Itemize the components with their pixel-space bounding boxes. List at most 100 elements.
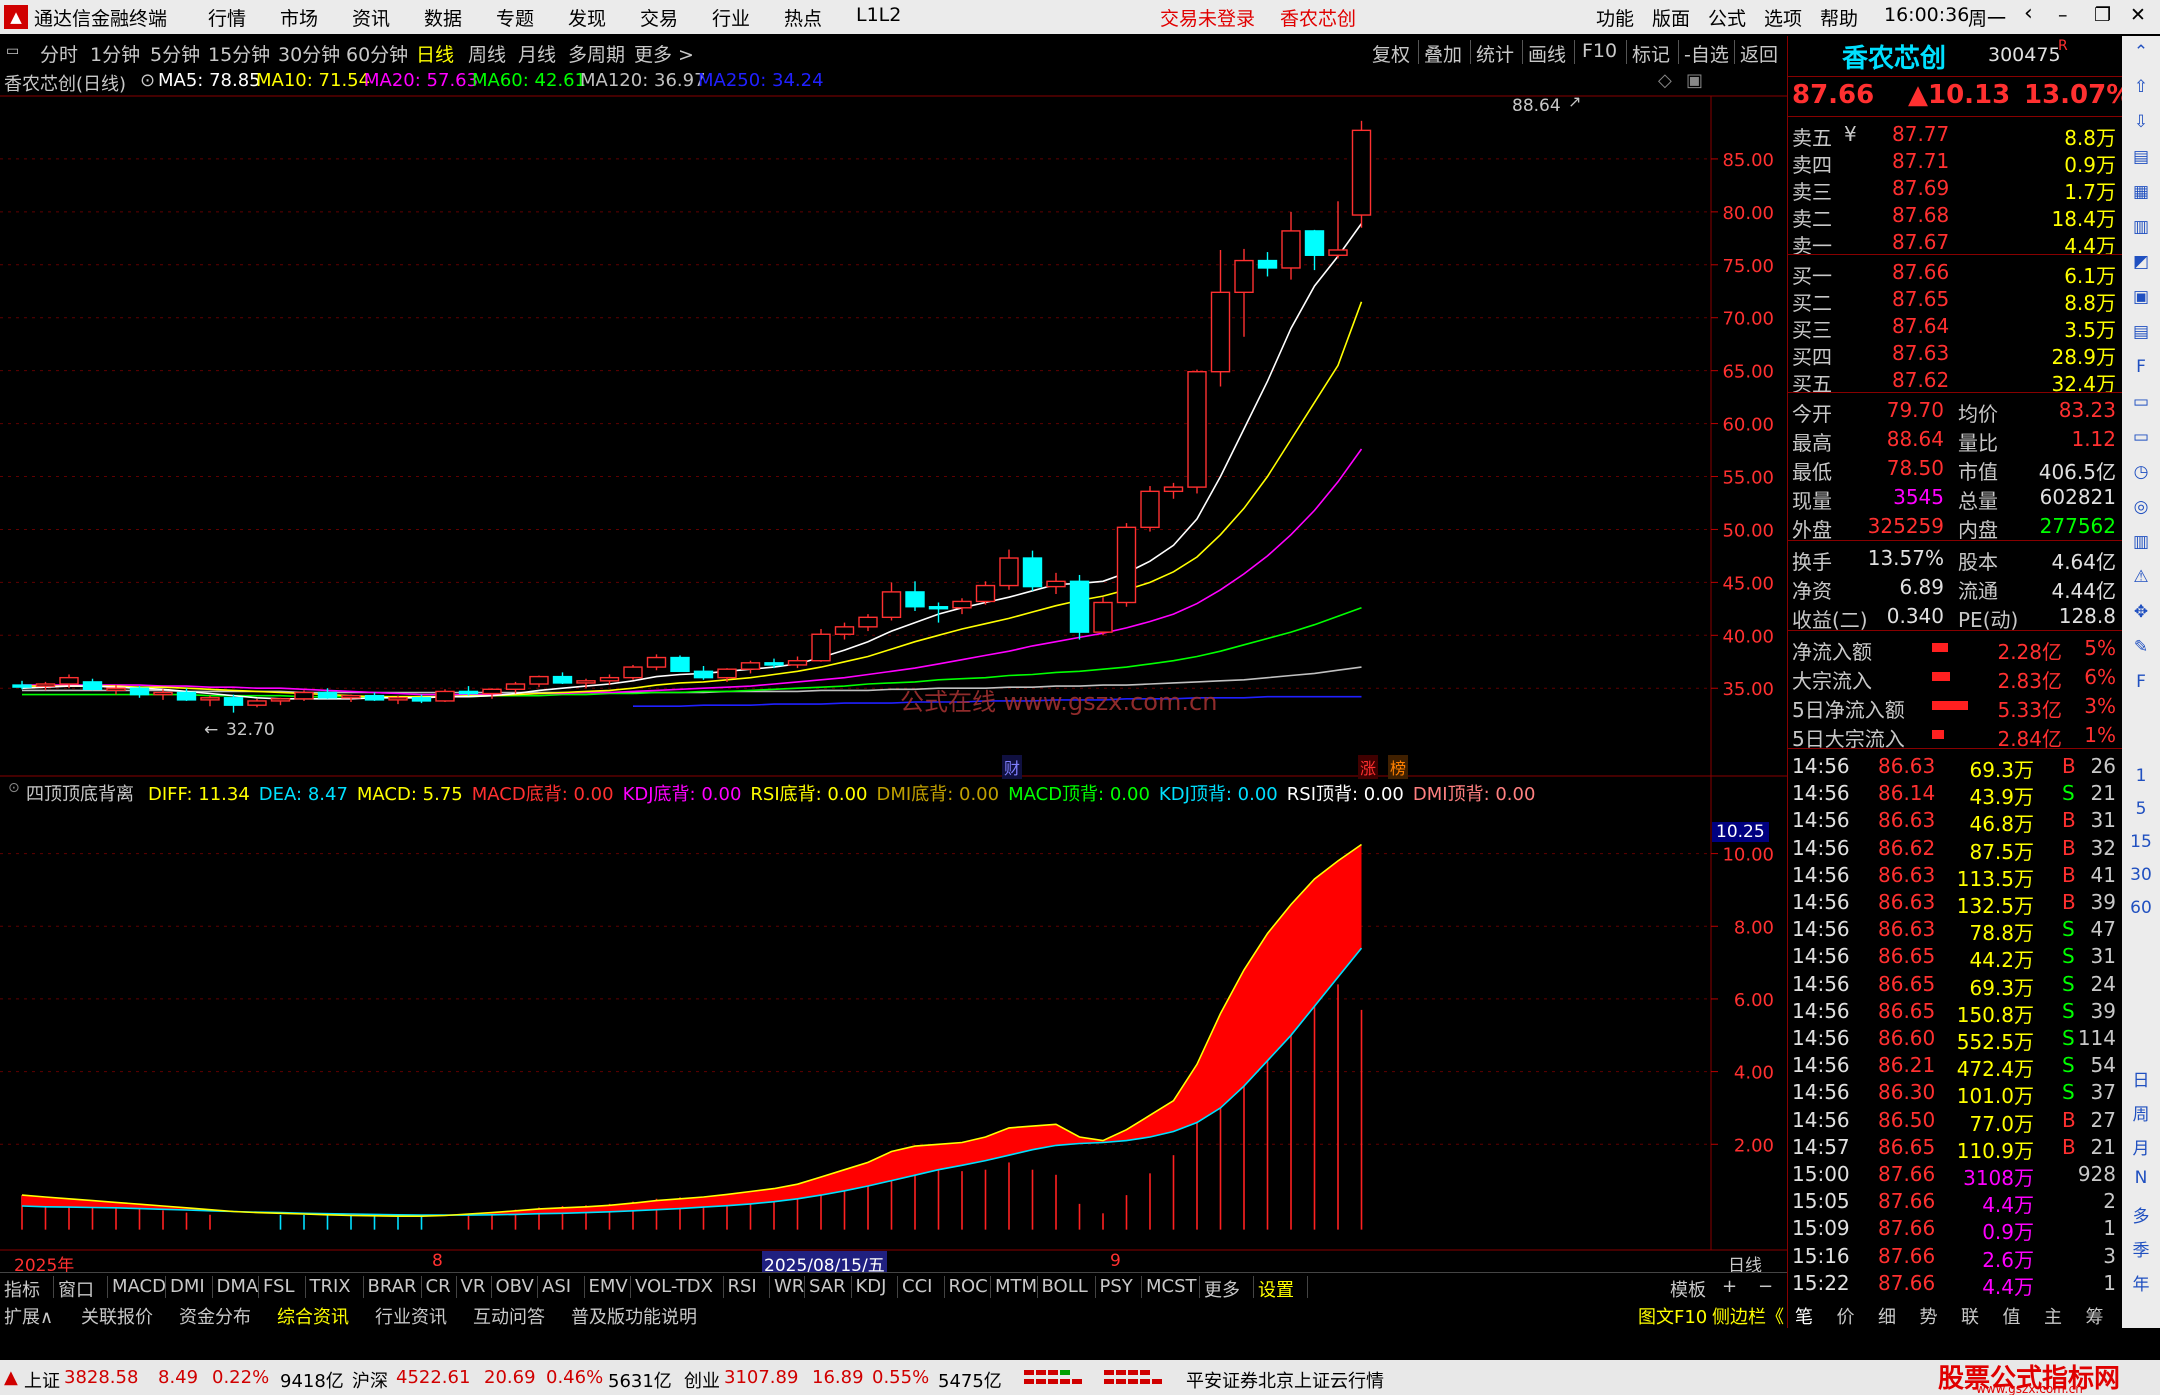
indicator-tab[interactable]: MCST [1146,1276,1197,1297]
indicator-tab[interactable]: WR [774,1276,804,1297]
tick-row[interactable]: 15:22 87.66 4.4万 1 [1792,1269,2120,1299]
risk-icon[interactable]: ⚠ [2129,567,2153,589]
candle-body[interactable] [247,700,267,706]
candle-body[interactable] [1140,490,1160,529]
chart-7-icon[interactable]: ▥ [2129,532,2153,554]
flow-row[interactable]: 5日净流入额 5.33亿 3% [1792,692,2120,722]
quote-tab[interactable]: 主 [2044,1303,2062,1329]
chart-2-icon[interactable]: ▦ [2129,182,2153,204]
indicator-tab[interactable]: DMI [170,1276,205,1297]
candle-body[interactable] [35,683,56,687]
pen-icon[interactable]: ✎ [2129,637,2153,659]
candle-body[interactable] [1116,526,1137,604]
template-button[interactable]: 模板 [1670,1276,1706,1302]
period-side-9[interactable]: 多 [2129,1202,2153,1227]
quote-tab[interactable]: 笔 [1795,1303,1813,1329]
indicator-tab[interactable]: CR [426,1276,451,1297]
back-icon[interactable]: ‹ [2024,1,2033,26]
candle-body[interactable] [670,656,690,673]
fs-icon[interactable]: F [2129,672,2153,694]
extension-tab[interactable]: 综合资讯 [277,1303,349,1329]
quote-tab[interactable]: 势 [1920,1303,1938,1329]
sidebar-toggle[interactable]: 侧边栏《 [1712,1303,1784,1329]
f10-button[interactable]: 图文F10 [1638,1303,1707,1329]
candle-body[interactable] [12,684,32,688]
indicator-tab[interactable]: SAR [809,1276,846,1297]
period-side-1[interactable]: 5 [2129,799,2153,821]
chevron-up-icon[interactable]: ⌃ [2129,42,2153,64]
flow-row[interactable]: 5日大宗流入 2.84亿 1% [1792,721,2120,751]
candle-body[interactable] [82,681,103,690]
target-icon[interactable]: ◎ [2129,497,2153,519]
indicator-tab[interactable]: MTM [995,1276,1037,1297]
tick-row[interactable]: 14:56 86.60 552.5万 S 114 [1792,1024,2120,1054]
clock-icon[interactable]: ◷ [2129,462,2153,484]
bid-row[interactable]: 买三 87.64 3.5万 [1792,312,2120,342]
sh-name[interactable]: 上证 [24,1367,60,1393]
restore-icon[interactable]: ❐ [2094,4,2111,26]
bid-row[interactable]: 买二 87.65 8.8万 [1792,285,2120,315]
tick-row[interactable]: 14:56 86.63 78.8万 S 47 [1792,915,2120,945]
candle-body[interactable] [364,694,385,701]
candle-body[interactable] [388,697,408,701]
candle-body[interactable] [905,591,925,608]
candle-body[interactable] [153,691,173,696]
period-side-4[interactable]: 60 [2129,898,2153,920]
arrow-down-icon[interactable]: ⇩ [2129,112,2153,134]
candle-body[interactable] [811,633,831,662]
period-side-8[interactable]: N [2129,1168,2153,1190]
tick-row[interactable]: 14:56 86.63 132.5万 B 39 [1792,888,2120,918]
candle-body[interactable] [1234,259,1254,294]
candle-body[interactable] [881,591,902,619]
tick-row[interactable]: 14:57 86.65 110.9万 B 21 [1792,1133,2120,1163]
candle-body[interactable] [928,606,949,610]
indicator-tab[interactable]: VR [461,1276,486,1297]
extension-tab[interactable]: 普及版功能说明 [571,1303,697,1329]
tick-row[interactable]: 14:56 86.65 150.8万 S 39 [1792,997,2120,1027]
tick-row[interactable]: 14:56 86.63 113.5万 B 41 [1792,861,2120,891]
indicator-tab[interactable]: TRIX [310,1276,351,1297]
indicator-tab[interactable]: FSL [263,1276,295,1297]
extension-tab[interactable]: 行业资讯 [375,1303,447,1329]
quote-tab[interactable]: 值 [2003,1303,2021,1329]
period-side-5[interactable]: 日 [2129,1066,2153,1091]
ask-row[interactable]: 卖五 ¥87.77 8.8万 [1792,120,2120,150]
candle-body[interactable] [740,662,761,670]
indicator-tab[interactable]: RSI [728,1276,757,1297]
f10-icon[interactable]: F [2129,357,2153,379]
candle-body[interactable] [294,691,314,700]
sz-name[interactable]: 沪深 [352,1367,388,1393]
quote-tab[interactable]: 细 [1878,1303,1896,1329]
tick-row[interactable]: 14:56 86.63 46.8万 B 31 [1792,806,2120,836]
candle-body[interactable] [317,691,338,699]
ask-row[interactable]: 卖一 87.67 4.4万 [1792,228,2120,258]
candle-body[interactable] [858,616,878,628]
candle-body[interactable] [1304,230,1325,256]
candle-body[interactable] [552,675,573,684]
candle-body[interactable] [646,656,667,668]
ask-row[interactable]: 卖二 87.68 18.4万 [1792,201,2120,231]
extension-tab[interactable]: 互动问答 [473,1303,545,1329]
period-side-7[interactable]: 月 [2129,1134,2153,1159]
candle-body[interactable] [458,690,479,695]
tick-row[interactable]: 15:05 87.66 4.4万 2 [1792,1187,2120,1217]
candle-body[interactable] [1281,230,1301,269]
minimize-icon[interactable]: – [2058,4,2068,26]
event-bang[interactable]: 榜 [1388,755,1409,779]
indicator-tab[interactable]: BRAR [368,1276,417,1297]
tick-list[interactable]: 14:56 86.63 69.3万 B 26 14:56 86.14 43.9万 S 21 14:5… [1788,750,2122,1299]
menu-bangzhu[interactable]: 帮助 [1820,4,1858,31]
candle-body[interactable] [129,687,150,696]
tick-row[interactable]: 14:56 86.14 43.9万 S 21 [1792,779,2120,809]
close-icon[interactable]: ✕ [2130,4,2146,26]
candle-body[interactable] [1351,129,1372,216]
doc2-icon[interactable]: ▭ [2129,427,2153,449]
chart-5-icon[interactable]: ▣ [2129,287,2153,309]
tick-row[interactable]: 14:56 86.62 87.5万 B 32 [1792,834,2120,864]
extension-tab[interactable]: 关联报价 [81,1303,153,1329]
candle-body[interactable] [623,666,643,679]
candle-body[interactable] [693,670,714,679]
candle-body[interactable] [341,694,361,699]
quote-tab[interactable]: 价 [1837,1303,1855,1329]
indicator-tab[interactable]: 窗口 [58,1276,94,1302]
